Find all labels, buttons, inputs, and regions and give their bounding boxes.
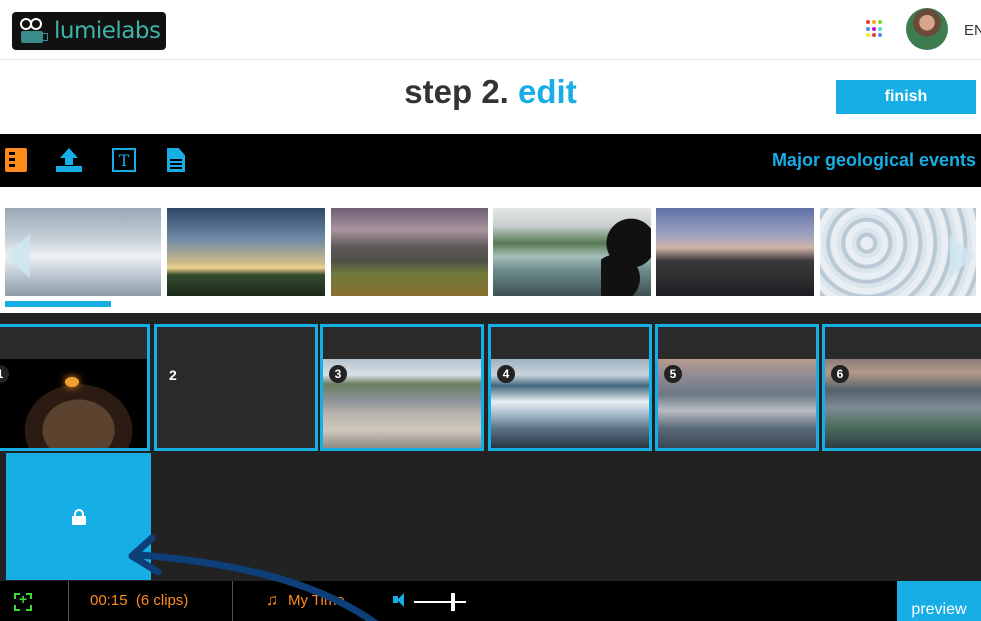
lock-icon: [71, 508, 86, 525]
volume-slider-track[interactable]: [414, 601, 466, 603]
duration-text: 00:15 (6 clips): [90, 592, 188, 609]
apps-grid-icon[interactable]: [866, 20, 884, 38]
media-thumbnail[interactable]: [656, 208, 814, 296]
media-thumbnail[interactable]: [493, 208, 651, 296]
timeline: 1 2 3 4 5 6: [0, 313, 981, 581]
timeline-clip[interactable]: 2: [154, 324, 318, 451]
finish-button[interactable]: finish: [836, 80, 976, 114]
lumielabs-logo[interactable]: lumielabs: [12, 12, 166, 50]
apps-dot: [878, 20, 882, 24]
scroll-left-icon[interactable]: [6, 234, 30, 278]
clip-number: 2: [169, 367, 177, 383]
scroll-indicator[interactable]: [5, 301, 111, 307]
clip-number-badge: 6: [831, 365, 849, 383]
text-tool-icon[interactable]: T: [112, 148, 136, 172]
camera-icon: [18, 18, 48, 44]
editor-toolbar: T Major geological events: [0, 134, 981, 187]
clip-number-badge: 5: [664, 365, 682, 383]
media-thumbnail[interactable]: [167, 208, 325, 296]
step-prefix: step 2.: [404, 73, 509, 110]
music-note-icon[interactable]: ♫: [266, 592, 278, 610]
app-header: lumielabs EN: [0, 0, 981, 60]
apps-dot: [866, 26, 870, 31]
clip-count: (6 clips): [135, 592, 189, 609]
page-title: step 2. edit: [0, 73, 981, 111]
timeline-clip[interactable]: 6: [822, 324, 981, 451]
upload-icon[interactable]: [56, 148, 82, 172]
film-icon[interactable]: [5, 148, 27, 172]
divider: [232, 581, 233, 621]
media-library-strip: [0, 200, 981, 310]
timeline-clip[interactable]: 3: [320, 324, 484, 451]
preview-button[interactable]: preview: [897, 581, 981, 621]
music-track-label[interactable]: My Time: [288, 592, 345, 609]
timeline-clip[interactable]: 1: [0, 324, 150, 451]
scroll-right-icon[interactable]: [950, 234, 974, 278]
apps-dot: [878, 26, 882, 31]
timeline-clip[interactable]: 5: [655, 324, 819, 451]
apps-dot: [872, 20, 876, 24]
logo-text: lumielabs: [54, 18, 161, 44]
clip-image: [0, 359, 147, 448]
apps-dot: [866, 33, 870, 38]
project-title[interactable]: Major geological events: [772, 150, 976, 171]
lock-button[interactable]: [6, 453, 151, 580]
apps-dot: [872, 26, 876, 31]
user-avatar[interactable]: [906, 8, 948, 50]
language-selector[interactable]: EN: [964, 22, 981, 39]
clip-number-badge: 3: [329, 365, 347, 383]
volume-icon[interactable]: [393, 592, 407, 608]
media-thumbnail[interactable]: [331, 208, 488, 296]
duration-time: 00:15: [90, 592, 128, 609]
timeline-clip[interactable]: 4: [488, 324, 652, 451]
step-name: edit: [518, 73, 577, 110]
document-icon[interactable]: [167, 148, 185, 172]
clip-number-badge: 4: [497, 365, 515, 383]
volume-slider-handle[interactable]: [451, 593, 455, 611]
apps-dot: [866, 20, 870, 24]
apps-dot: [872, 33, 876, 38]
apps-dot: [878, 33, 882, 38]
fit-to-screen-icon[interactable]: [14, 591, 32, 611]
divider: [68, 581, 69, 621]
playback-bar: 00:15 (6 clips) ♫ My Time preview: [0, 581, 981, 621]
